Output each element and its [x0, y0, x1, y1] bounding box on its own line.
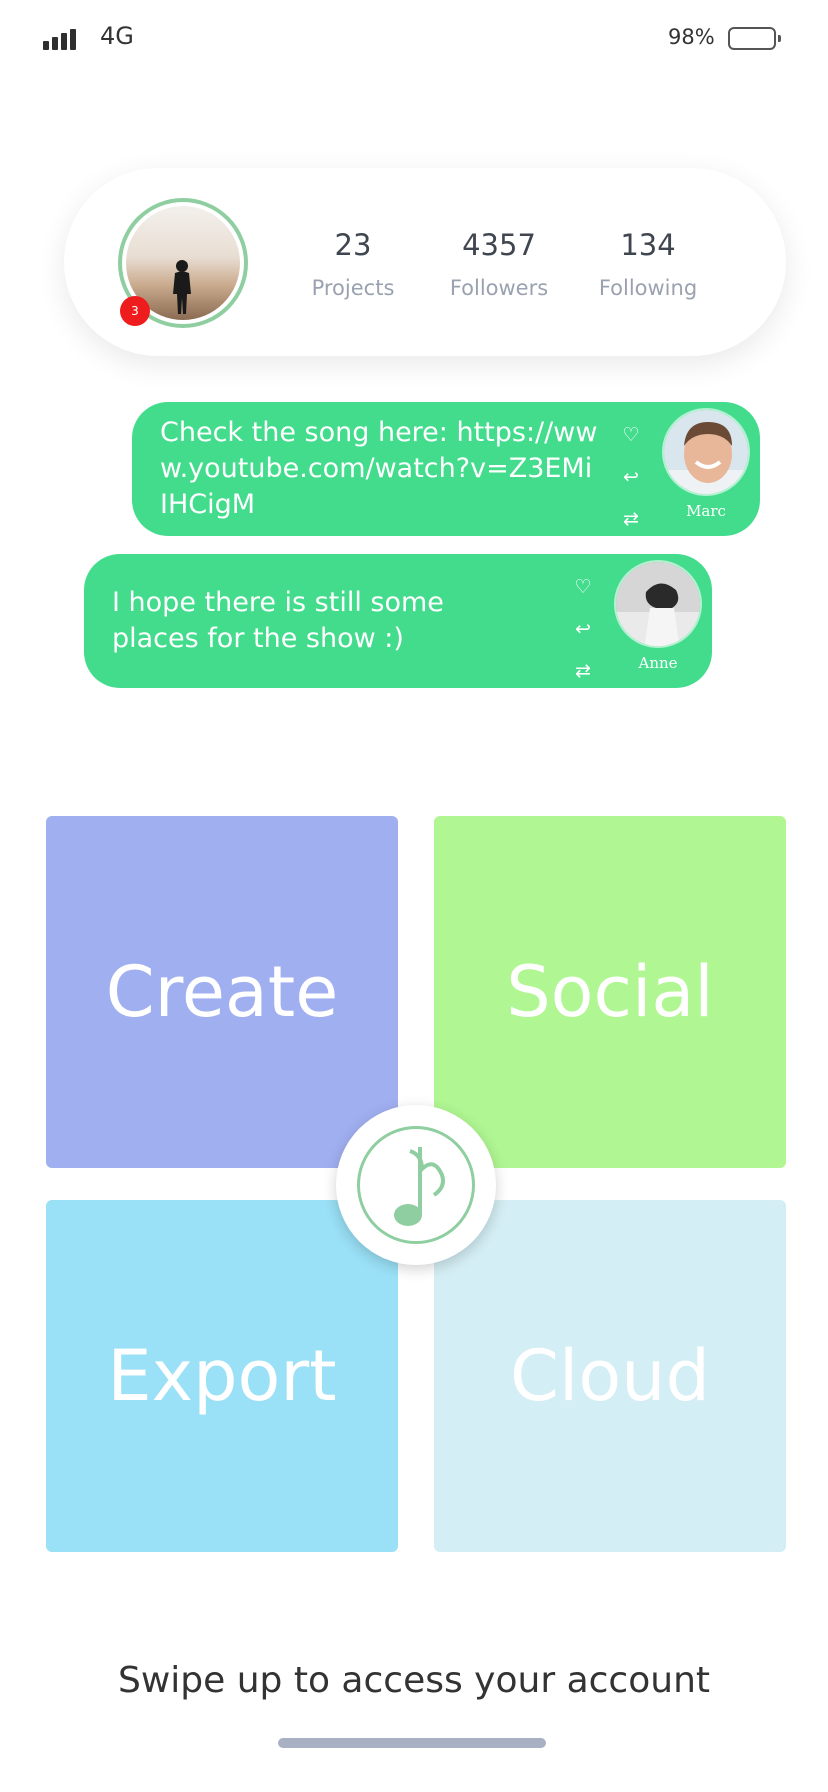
author-photo	[616, 562, 700, 646]
battery-icon	[728, 27, 781, 50]
signal-icon	[43, 28, 79, 50]
battery-percentage: 98%	[668, 25, 715, 49]
reply-icon[interactable]: ↩	[568, 608, 598, 650]
comment-author-name: Marc	[686, 502, 726, 520]
notification-badge[interactable]: 3	[120, 296, 150, 326]
profile-card: 3 23 Projects 4357 Followers 134 Followi…	[64, 168, 786, 356]
stat-projects[interactable]: 23 Projects	[273, 228, 433, 300]
center-logo-button[interactable]	[336, 1105, 496, 1265]
heart-icon[interactable]: ♡	[568, 566, 598, 608]
logo-ring	[357, 1126, 475, 1244]
comment-card[interactable]: Check the song here: https://www.youtube…	[132, 402, 760, 536]
stat-value: 134	[620, 228, 676, 262]
home-indicator[interactable]	[278, 1738, 546, 1748]
comment-text: I hope there is still some places for th…	[112, 587, 444, 654]
status-bar: 4G 98%	[0, 0, 828, 80]
stat-label: Following	[598, 276, 698, 300]
repost-icon[interactable]: ⇄	[568, 650, 598, 692]
swipe-hint: Swipe up to access your account	[118, 1660, 710, 1701]
music-note-icon	[394, 1147, 445, 1226]
reply-icon[interactable]: ↩	[616, 456, 646, 498]
comment-author-avatar[interactable]	[614, 560, 702, 648]
app-screen: 4G 98% 3 23 Projects 4357 Followers 134 …	[0, 0, 828, 1792]
comment-card[interactable]: I hope there is still some places for th…	[84, 554, 712, 688]
comment-text: Check the song here: https://www.youtube…	[160, 417, 598, 520]
stat-value: 23	[334, 228, 372, 262]
export-tile[interactable]: Export	[46, 1200, 398, 1552]
author-photo	[664, 410, 748, 494]
network-type: 4G	[100, 22, 134, 50]
stat-value: 4357	[462, 228, 536, 262]
comment-author-name: Anne	[638, 654, 678, 672]
stat-followers[interactable]: 4357 Followers	[419, 228, 579, 300]
cloud-tile[interactable]: Cloud	[434, 1200, 786, 1552]
create-tile[interactable]: Create	[46, 816, 398, 1168]
stat-following[interactable]: 134 Following	[568, 228, 728, 300]
comment-author-avatar[interactable]	[662, 408, 750, 496]
heart-icon[interactable]: ♡	[616, 414, 646, 456]
comment-actions: ♡ ↩ ⇄	[616, 414, 646, 540]
repost-icon[interactable]: ⇄	[616, 498, 646, 540]
stat-label: Projects	[311, 276, 395, 300]
stat-label: Followers	[449, 276, 549, 300]
social-tile[interactable]: Social	[434, 816, 786, 1168]
comment-actions: ♡ ↩ ⇄	[568, 566, 598, 692]
